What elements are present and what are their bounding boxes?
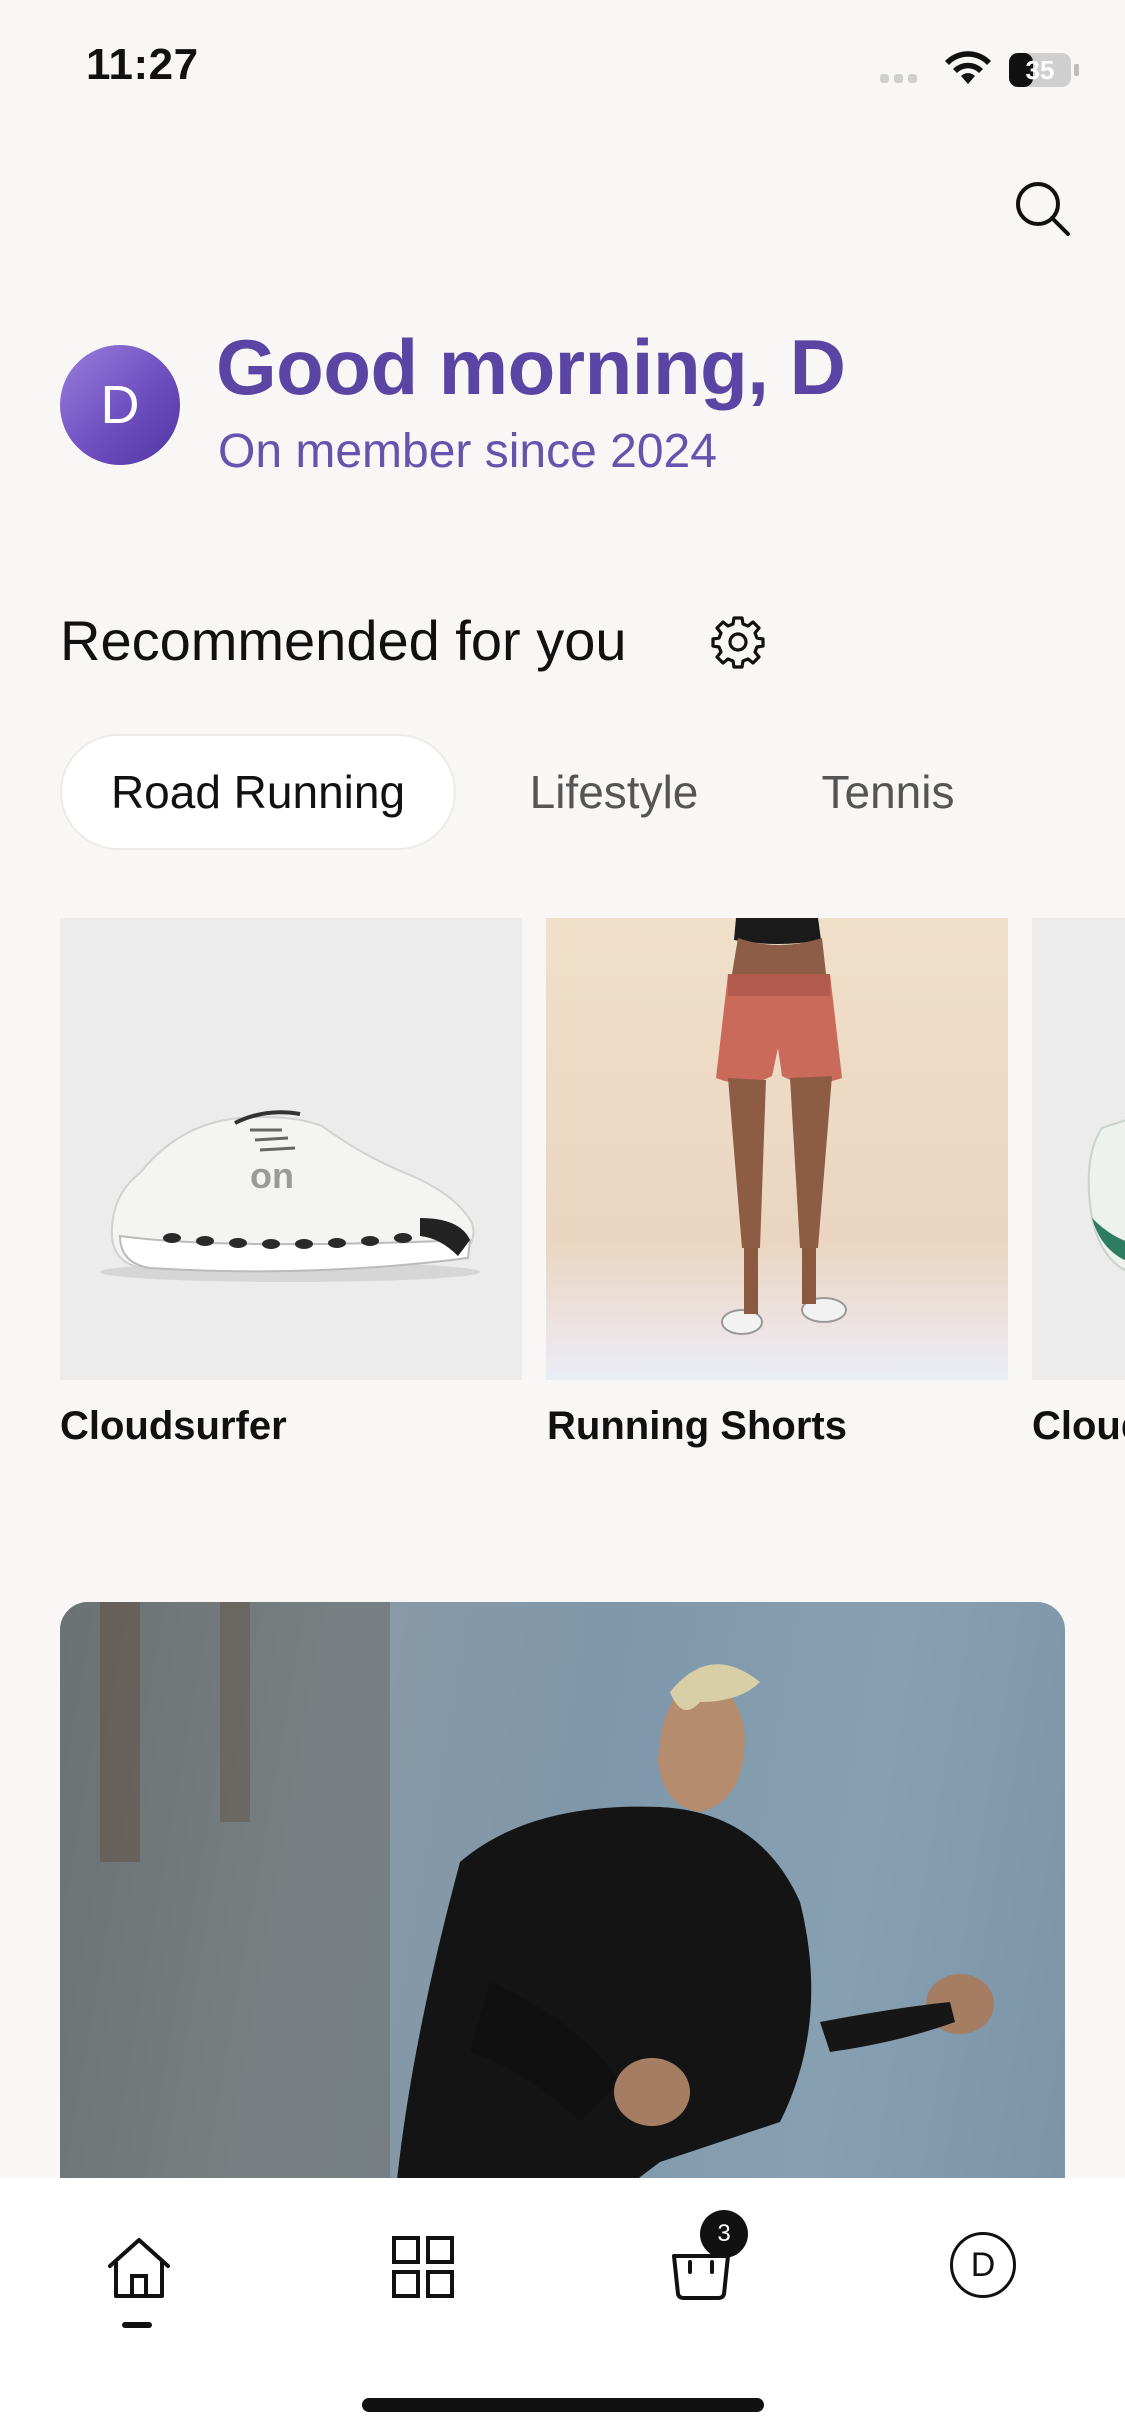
search-icon[interactable] <box>1010 176 1074 240</box>
product-title[interactable]: Cloudsurfer <box>60 1404 287 1449</box>
home-icon[interactable] <box>104 2232 174 2302</box>
product-title[interactable]: Cloudsurfer <box>1032 1404 1125 1449</box>
product-image-cloudsurfer-2[interactable] <box>1032 918 1125 1380</box>
cellular-signal-icon <box>880 74 917 83</box>
chip-tennis[interactable]: Tennis <box>800 734 976 850</box>
shoe-image <box>1087 1119 1125 1272</box>
battery-icon: 35 <box>1008 52 1080 88</box>
member-since-text: On member since 2024 <box>218 425 717 478</box>
gear-icon[interactable] <box>708 612 768 672</box>
home-indicator <box>362 2398 764 2412</box>
wifi-icon <box>945 51 991 84</box>
greeting-title: Good morning, D <box>216 323 846 411</box>
avatar[interactable]: D <box>60 345 180 465</box>
grid-icon[interactable] <box>388 2232 458 2302</box>
model-image <box>716 918 847 1335</box>
cart-count-badge: 3 <box>700 2210 748 2258</box>
chip-lifestyle[interactable]: Lifestyle <box>506 734 722 850</box>
active-tab-indicator <box>122 2322 152 2328</box>
shoe-image: on <box>100 1110 480 1282</box>
product-image-running-shorts[interactable] <box>546 918 1008 1380</box>
profile-tab[interactable]: D <box>950 2232 1016 2298</box>
status-time: 11:27 <box>86 40 199 89</box>
battery-level: 35 <box>1025 54 1055 85</box>
svg-text:on: on <box>250 1155 294 1196</box>
product-image-cloudsurfer[interactable]: on <box>60 918 522 1380</box>
chip-road-running[interactable]: Road Running <box>60 734 456 850</box>
product-title[interactable]: Running Shorts <box>547 1404 847 1449</box>
section-title: Recommended for you <box>60 609 627 672</box>
